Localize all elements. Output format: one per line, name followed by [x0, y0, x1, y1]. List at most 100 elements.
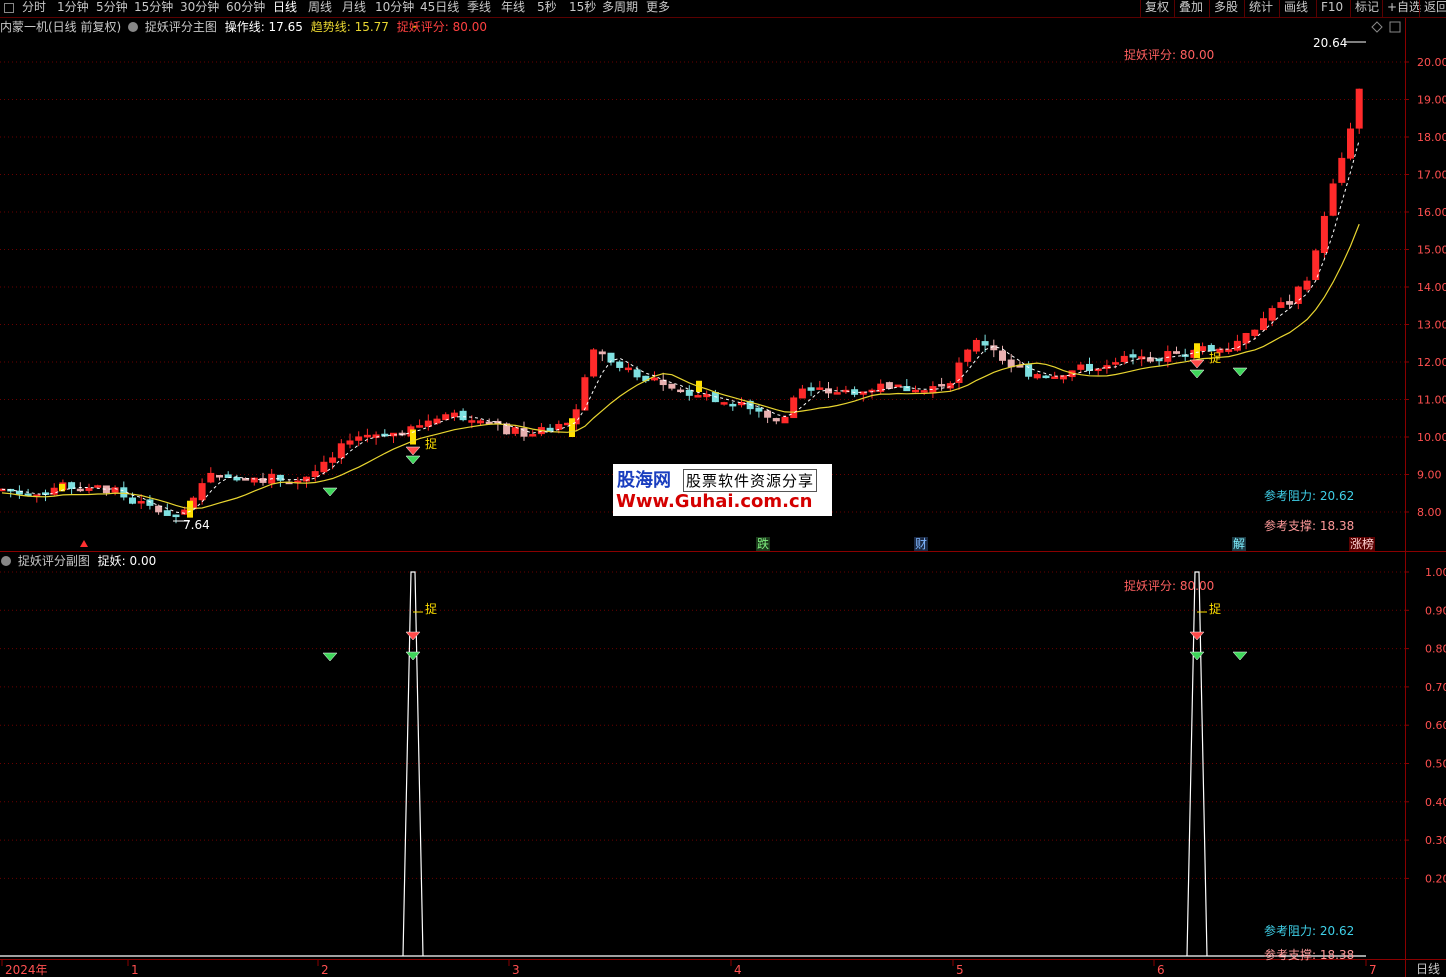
candle-body — [1155, 358, 1163, 362]
candle-body — [442, 414, 450, 421]
period-tab[interactable]: 10分钟 — [375, 0, 414, 17]
y-tick-label: 15.00 — [1417, 244, 1446, 257]
diamond-icon — [1371, 21, 1383, 33]
sub-panel-header: 捉妖评分副图 捉妖: 0.00 — [0, 553, 156, 569]
y-tick-label: 17.00 — [1417, 169, 1446, 182]
high-price-label: 20.64 — [1313, 36, 1348, 50]
y-tick-label: 0.40 — [1425, 796, 1446, 809]
toolbar-button[interactable]: 标记 — [1350, 0, 1379, 17]
period-tag[interactable]: 日线 — [1416, 962, 1440, 976]
sub-signal-label: 捉 — [425, 602, 438, 616]
candle-body — [146, 499, 154, 506]
candle-body — [416, 425, 424, 428]
signal-candle — [187, 500, 193, 518]
candle-body — [668, 383, 676, 389]
period-tab[interactable]: 日线 — [273, 0, 297, 17]
candle-body — [764, 410, 772, 418]
period-tab[interactable]: 15秒 — [569, 0, 596, 17]
period-tab[interactable]: 分时 — [22, 0, 46, 17]
toolbar-button[interactable]: 统计 — [1244, 0, 1273, 17]
event-marker-icon — [80, 540, 88, 547]
candle-body — [1129, 354, 1137, 358]
candle-body — [1120, 355, 1128, 363]
x-tick-label: 3 — [512, 963, 520, 977]
y-tick-label: 20.00 — [1417, 56, 1446, 69]
period-tab[interactable]: 月线 — [342, 0, 366, 17]
candle-body — [216, 475, 223, 478]
toolbar-button[interactable]: 叠加 — [1174, 0, 1203, 17]
x-tick-label: 2024年 — [5, 963, 48, 977]
toolbar-button[interactable]: +自选 — [1382, 0, 1421, 17]
toolbar-button[interactable]: F10 — [1316, 0, 1343, 17]
event-badge-finance[interactable]: 财 — [914, 537, 929, 551]
period-tab[interactable]: 60分钟 — [226, 0, 265, 17]
candle-body — [598, 351, 606, 355]
candle-body — [555, 423, 563, 430]
event-badge-drop[interactable]: 跌 — [756, 537, 771, 551]
period-tab[interactable]: 1分钟 — [57, 0, 89, 17]
collapse-icon[interactable] — [1, 556, 11, 566]
alert-signal-icon — [1189, 631, 1205, 641]
candle-body — [1233, 340, 1241, 351]
candle-body — [529, 434, 537, 437]
candle-body — [1303, 280, 1311, 290]
period-tab[interactable]: 30分钟 — [180, 0, 219, 17]
support-label: 参考支撑: 18.38 — [1264, 519, 1355, 533]
candle-body — [207, 472, 215, 483]
candle-body — [1086, 363, 1093, 371]
main-panel-header: 内蒙一机(日线 前复权) 捉妖评分主图 操作线: 17.65 趋势线: 15.7… — [0, 19, 487, 35]
period-tab[interactable]: 15分钟 — [134, 0, 173, 17]
candle-body — [329, 457, 337, 463]
indicator-name[interactable]: 捉妖评分主图 — [145, 20, 217, 34]
candle-body — [755, 407, 763, 412]
candle-body — [137, 501, 145, 504]
score-note: 捉妖评分: 80.00 — [1124, 48, 1215, 62]
candle-body — [311, 471, 319, 477]
y-tick-label: 0.90 — [1425, 604, 1446, 617]
collapse-icon[interactable] — [128, 22, 139, 32]
candle-body — [337, 443, 345, 459]
panel-toggle-icon[interactable] — [4, 3, 14, 13]
candle-body — [1173, 351, 1180, 354]
period-tab[interactable]: 45日线 — [420, 0, 459, 17]
candle-body — [94, 485, 102, 488]
sub-value: 捉妖: 0.00 — [97, 554, 157, 568]
period-tab[interactable]: 多周期 — [602, 0, 638, 17]
buy-signal-icon — [1232, 651, 1248, 661]
candle-body — [172, 514, 180, 518]
period-tab[interactable]: 5秒 — [537, 0, 557, 17]
period-tab[interactable]: 周线 — [308, 0, 332, 17]
event-badge-limit-up[interactable]: 涨榜 — [1349, 537, 1376, 551]
y-tick-label: 11.00 — [1417, 394, 1446, 407]
buy-signal-icon — [405, 455, 421, 465]
candle-body — [616, 361, 624, 368]
sub-indicator-name[interactable]: 捉妖评分副图 — [18, 554, 90, 568]
period-tab[interactable]: 更多 — [646, 0, 670, 17]
toolbar-button[interactable]: 多股 — [1209, 0, 1238, 17]
signal-candle — [569, 418, 575, 437]
toolbar-button[interactable]: 画线 — [1279, 0, 1308, 17]
y-tick-label: 0.60 — [1425, 719, 1446, 732]
event-badge-unlock[interactable]: 解 — [1232, 537, 1247, 551]
period-tab[interactable]: 5分钟 — [96, 0, 128, 17]
candle-body — [1146, 357, 1154, 362]
panel-icon — [1389, 21, 1401, 33]
candle-body — [651, 377, 658, 381]
candle-body — [320, 461, 328, 473]
candle-body — [433, 418, 441, 424]
period-tab[interactable]: 季线 — [467, 0, 491, 17]
alert-signal-icon — [1189, 359, 1205, 369]
alert-signal-icon — [405, 446, 421, 456]
candle-body — [1051, 376, 1059, 379]
y-tick-label: 12.00 — [1417, 356, 1446, 369]
candle-body — [546, 427, 554, 432]
candle-body — [772, 418, 780, 422]
y-tick-label: 8.00 — [1417, 506, 1442, 519]
toolbar-button[interactable]: 复权 — [1140, 0, 1169, 17]
toolbar-button[interactable]: 返回 — [1419, 0, 1446, 17]
y-tick-label: 9.00 — [1417, 469, 1442, 482]
period-tab[interactable]: 年线 — [501, 0, 525, 17]
watermark: 股海网 股票软件资源分享 Www.Guhai.com.cn — [613, 464, 832, 516]
candle-body — [807, 387, 815, 391]
score-value: 捉妖评分: 80.00 — [396, 20, 487, 34]
